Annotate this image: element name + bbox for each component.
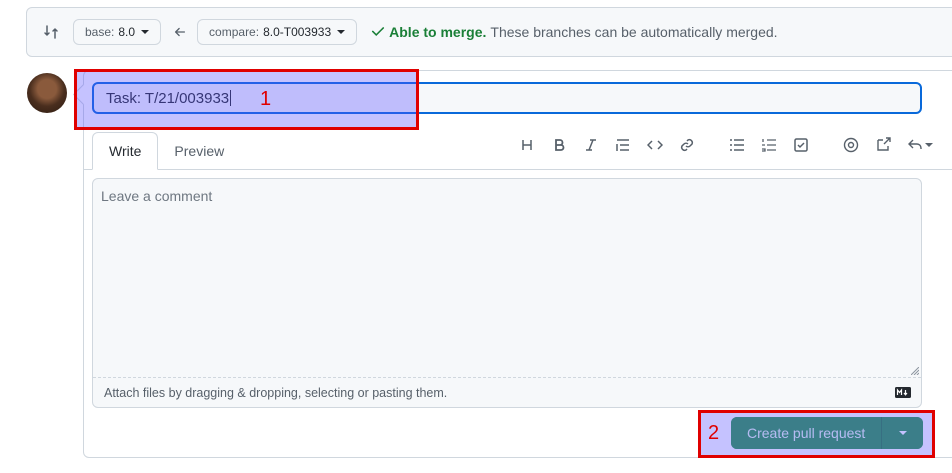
resize-grip-icon[interactable] (911, 367, 919, 375)
base-branch-label: base: (85, 25, 115, 39)
cross-reference-icon[interactable] (874, 136, 892, 154)
arrow-left-icon (173, 25, 187, 39)
merge-status: Able to merge. These branches can be aut… (371, 24, 778, 41)
attach-files-bar[interactable]: Attach files by dragging & dropping, sel… (93, 377, 921, 407)
tab-preview[interactable]: Preview (158, 132, 240, 170)
mention-icon[interactable] (842, 136, 860, 154)
avatar[interactable] (27, 73, 67, 113)
reply-icon[interactable] (906, 136, 934, 154)
annotation-label-2: 2 (708, 422, 720, 444)
tab-write[interactable]: Write (92, 132, 159, 170)
bold-icon[interactable] (550, 136, 568, 154)
pull-request-page: base: 8.0 compare: 8.0-T003933 Able to m… (0, 0, 952, 473)
comment-placeholder: Leave a comment (101, 188, 213, 204)
quote-icon[interactable] (614, 136, 632, 154)
merge-ok-text: Able to merge. (389, 24, 487, 40)
check-icon (371, 24, 385, 41)
annotation-label-1: 1 (260, 88, 272, 110)
attach-files-text: Attach files by dragging & dropping, sel… (104, 385, 448, 400)
ordered-list-icon[interactable] (760, 136, 778, 154)
editor-tabs: Write Preview (92, 132, 240, 170)
base-branch-value: 8.0 (118, 25, 136, 39)
base-branch-button[interactable]: base: 8.0 (73, 19, 162, 45)
heading-icon[interactable] (518, 136, 536, 154)
comment-textarea[interactable]: Leave a comment Attach files by dragging… (92, 178, 922, 408)
compare-branch-button[interactable]: compare: 8.0-T003933 (197, 19, 358, 45)
compare-branch-label: compare: (209, 25, 260, 39)
link-icon[interactable] (678, 136, 696, 154)
compare-branch-value: 8.0-T003933 (263, 25, 332, 39)
chevron-down-icon (925, 143, 933, 147)
italic-icon[interactable] (582, 136, 600, 154)
merge-description: These branches can be automatically merg… (490, 24, 778, 40)
chevron-down-icon (141, 30, 150, 34)
unordered-list-icon[interactable] (728, 136, 746, 154)
annotation-box-2 (698, 410, 935, 458)
code-icon[interactable] (646, 136, 664, 154)
chevron-down-icon (337, 30, 346, 34)
task-list-icon[interactable] (792, 136, 810, 154)
markdown-toolbar (518, 136, 948, 154)
annotation-box-1 (74, 69, 419, 130)
compare-arrows-icon (43, 24, 59, 40)
markdown-icon (895, 387, 911, 398)
compare-bar: base: 8.0 compare: 8.0-T003933 Able to m… (26, 7, 952, 57)
